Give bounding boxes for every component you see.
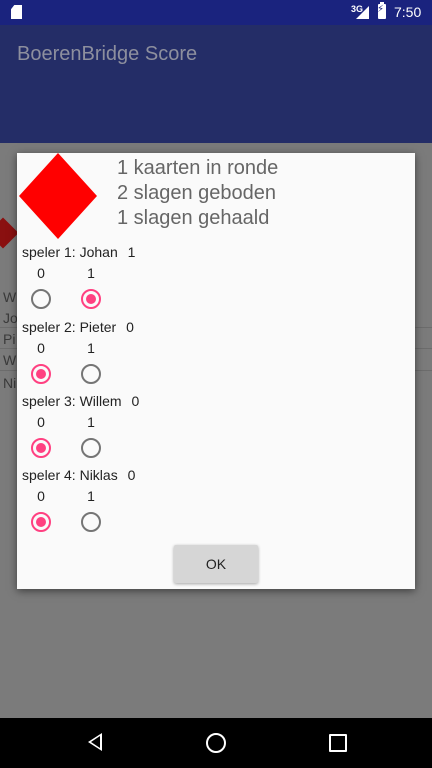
app-bar: BoerenBridge Score bbox=[0, 25, 432, 143]
player-4-score: 0 bbox=[127, 467, 136, 483]
player-2-name: speler 2: Pieter bbox=[22, 319, 117, 335]
option-label-1: 1 bbox=[87, 488, 95, 504]
diamond-icon bbox=[19, 153, 97, 239]
option-label-0: 0 bbox=[37, 340, 45, 356]
background-row: Jo bbox=[3, 310, 18, 326]
player-4-radio-0[interactable] bbox=[31, 512, 51, 532]
background-row: Ni bbox=[3, 375, 17, 391]
player-3-header: speler 3: Willem 0 bbox=[22, 393, 139, 409]
player-3-radio-0[interactable] bbox=[31, 438, 51, 458]
player-4-header: speler 4: Niklas 0 bbox=[22, 467, 135, 483]
signal-icon bbox=[356, 6, 369, 19]
back-icon[interactable] bbox=[88, 733, 102, 751]
tricks-won: 1 slagen gehaald bbox=[117, 207, 270, 229]
player-3-name: speler 3: Willem bbox=[22, 393, 122, 409]
player-1-radio-0[interactable] bbox=[31, 289, 51, 309]
player-1-score: 1 bbox=[127, 244, 136, 260]
player-1-radio-1[interactable] bbox=[81, 289, 101, 309]
option-label-0: 0 bbox=[37, 265, 45, 281]
battery-charging-icon bbox=[377, 2, 386, 19]
recent-apps-icon[interactable] bbox=[329, 734, 347, 752]
option-label-1: 1 bbox=[87, 414, 95, 430]
option-label-0: 0 bbox=[37, 414, 45, 430]
home-icon[interactable] bbox=[206, 733, 226, 753]
player-1-header: speler 1: Johan 1 bbox=[22, 244, 135, 260]
player-2-radio-1[interactable] bbox=[81, 364, 101, 384]
player-3-radio-1[interactable] bbox=[81, 438, 101, 458]
background-row: Pi bbox=[3, 331, 16, 347]
app-title: BoerenBridge Score bbox=[17, 43, 198, 65]
option-label-1: 1 bbox=[87, 340, 95, 356]
background-row: W bbox=[3, 289, 17, 305]
player-4-radio-1[interactable] bbox=[81, 512, 101, 532]
status-bar: 3G 7:50 bbox=[0, 0, 432, 25]
background-row: W bbox=[3, 352, 17, 368]
cards-in-round: 1 kaarten in ronde bbox=[117, 157, 279, 179]
round-info: 1 kaarten in ronde 2 slagen geboden 1 sl… bbox=[117, 156, 278, 231]
ok-button[interactable]: OK bbox=[174, 545, 258, 583]
player-2-score: 0 bbox=[126, 319, 134, 335]
player-4-name: speler 4: Niklas bbox=[22, 467, 118, 483]
player-3-score: 0 bbox=[131, 393, 140, 409]
navigation-bar bbox=[0, 718, 432, 768]
option-label-0: 0 bbox=[37, 488, 45, 504]
tricks-bid: 2 slagen geboden bbox=[117, 182, 277, 204]
player-2-radio-0[interactable] bbox=[31, 364, 51, 384]
player-2-header: speler 2: Pieter 0 bbox=[22, 319, 134, 335]
sd-card-icon bbox=[11, 5, 22, 19]
player-1-name: speler 1: Johan bbox=[22, 244, 118, 260]
score-dialog: 1 kaarten in ronde 2 slagen geboden 1 sl… bbox=[17, 153, 415, 589]
clock: 7:50 bbox=[394, 4, 422, 20]
option-label-1: 1 bbox=[87, 265, 95, 281]
